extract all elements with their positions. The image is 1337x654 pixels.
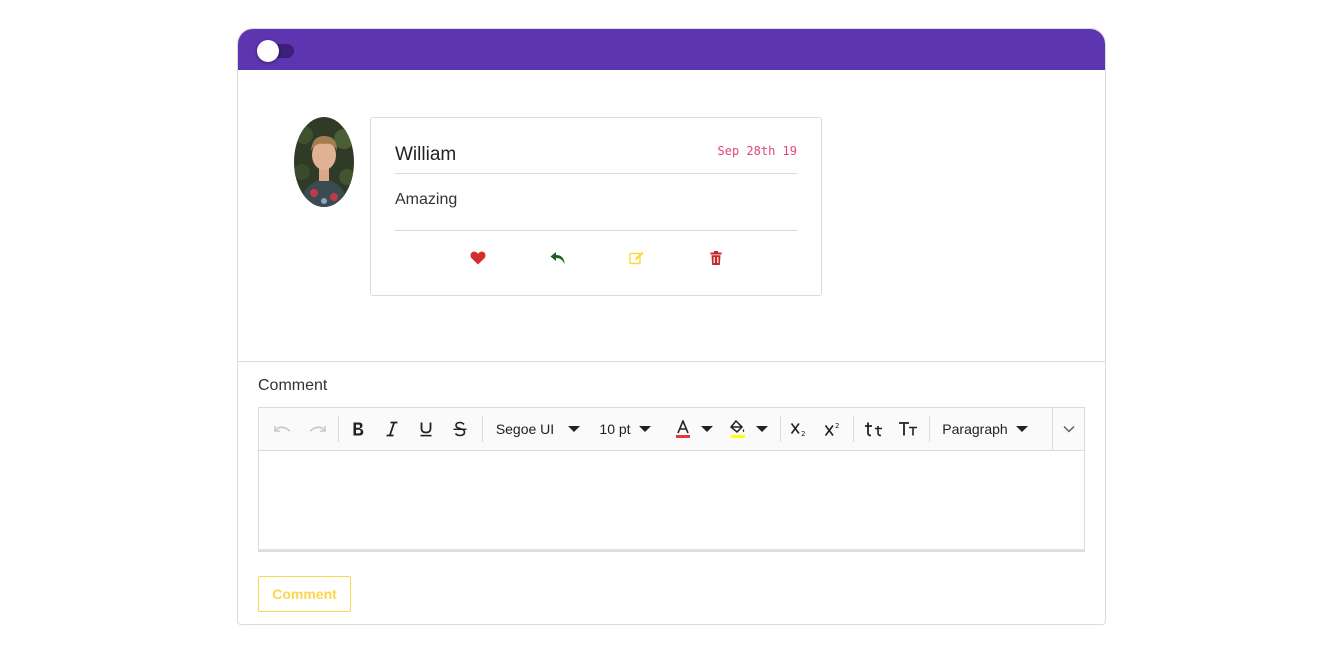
comment-date: Sep 28th 19 [717, 144, 797, 158]
uppercase-button[interactable] [895, 408, 921, 450]
underline-button[interactable] [414, 408, 438, 450]
trash-icon [710, 251, 722, 265]
paint-bucket-icon [730, 420, 745, 438]
reply-button[interactable] [548, 248, 568, 268]
font-color-icon [676, 420, 690, 438]
bold-icon [353, 422, 364, 436]
italic-button[interactable] [380, 408, 404, 450]
strikethrough-icon [453, 421, 467, 437]
chevron-down-icon [701, 426, 713, 432]
edit-icon [629, 251, 644, 265]
subscript-icon: 2 [790, 423, 805, 437]
toolbar-separator [929, 416, 930, 442]
comment-text: Amazing [395, 191, 458, 208]
redo-button[interactable] [305, 408, 329, 450]
font-family-dropdown[interactable]: Segoe UI [491, 408, 585, 450]
avatar-photo [294, 117, 354, 207]
comment-actions [371, 248, 821, 268]
redo-icon [309, 426, 326, 432]
edit-button[interactable] [627, 248, 647, 268]
format-dropdown[interactable]: Paragraph [937, 408, 1033, 450]
comment-label: Comment [258, 377, 328, 394]
toggle-knob [257, 40, 279, 62]
lowercase-button[interactable] [861, 408, 887, 450]
avatar [294, 117, 354, 207]
font-color-picker[interactable] [671, 408, 717, 450]
svg-text:2: 2 [801, 430, 805, 437]
comment-divider [395, 230, 797, 231]
theme-toggle[interactable] [257, 40, 294, 62]
uppercase-icon [899, 422, 917, 436]
toolbar-separator [338, 416, 339, 442]
card-header [238, 29, 1105, 70]
editor-toolbar: Segoe UI 10 pt 2 2 Paragraph [259, 408, 1084, 451]
section-divider [238, 361, 1105, 362]
comment-card: William Sep 28th 19 Amazing Comment Sego… [237, 28, 1106, 625]
lowercase-icon [865, 422, 882, 437]
like-button[interactable] [468, 248, 488, 268]
reply-icon [550, 252, 565, 264]
delete-button[interactable] [706, 248, 726, 268]
strikethrough-button[interactable] [448, 408, 472, 450]
comment-header: William Sep 28th 19 [395, 142, 797, 174]
superscript-icon: 2 [824, 422, 839, 436]
font-size-value: 10 pt [599, 421, 631, 437]
bold-button[interactable] [346, 408, 370, 450]
heart-icon [470, 251, 486, 265]
chevron-down-icon [638, 426, 651, 432]
chevron-down-icon [1062, 425, 1075, 433]
svg-text:2: 2 [835, 422, 839, 430]
editor-content-area[interactable] [259, 451, 1084, 551]
comment-author: William [395, 144, 457, 165]
font-size-dropdown[interactable]: 10 pt [593, 408, 657, 450]
undo-button[interactable] [271, 408, 295, 450]
superscript-button[interactable]: 2 [821, 408, 845, 450]
comment-submit-button[interactable]: Comment [258, 576, 351, 612]
rich-text-editor: Segoe UI 10 pt 2 2 Paragraph [258, 407, 1085, 552]
chevron-down-icon [756, 426, 768, 432]
comment-box: William Sep 28th 19 Amazing [370, 117, 822, 296]
undo-icon [274, 426, 291, 432]
toolbar-separator [780, 416, 781, 442]
chevron-down-icon [1015, 426, 1028, 432]
toolbar-separator [853, 416, 854, 442]
font-family-value: Segoe UI [495, 421, 555, 437]
chevron-down-icon [568, 426, 581, 432]
toolbar-expand-button[interactable] [1052, 408, 1084, 450]
format-value: Paragraph [942, 421, 1008, 437]
subscript-button[interactable]: 2 [787, 408, 811, 450]
underline-icon [420, 422, 432, 437]
italic-icon [386, 421, 398, 437]
toolbar-separator [482, 416, 483, 442]
background-color-picker[interactable] [726, 408, 772, 450]
